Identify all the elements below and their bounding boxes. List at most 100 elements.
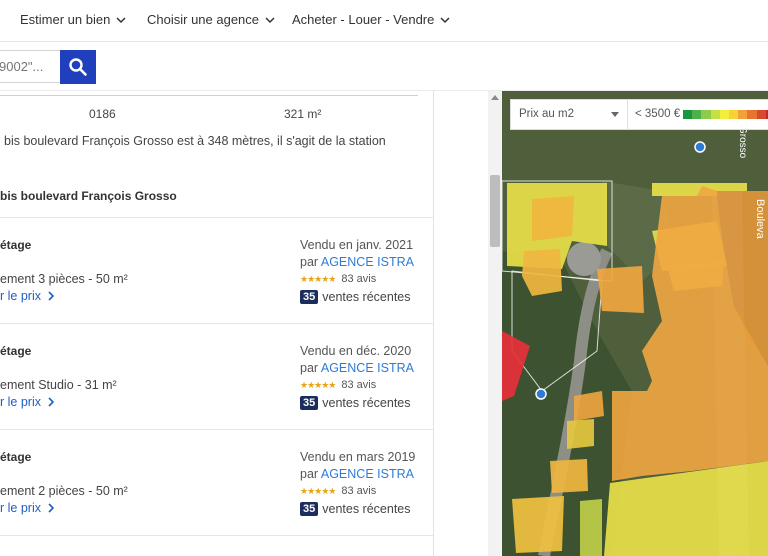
building-yellow xyxy=(567,419,594,449)
recent-sales-label: ventes récentes xyxy=(322,290,411,304)
recent-sales-label: ventes récentes xyxy=(322,396,411,410)
sold-date: Vendu en déc. 2020 xyxy=(300,344,412,358)
agency-rating: ★★★★★ 83 avis xyxy=(300,273,376,285)
listing-item[interactable]: étage ement 2 pièces - 50 m² r le prix V… xyxy=(0,430,433,536)
view-price-label: r le prix xyxy=(0,395,41,409)
recent-sales-badge: 35 xyxy=(300,396,319,410)
search-icon xyxy=(69,58,87,76)
chevron-down-icon xyxy=(440,16,450,23)
view-price-link[interactable]: r le prix xyxy=(0,289,55,303)
search-bar xyxy=(0,42,768,91)
listing-floor: étage xyxy=(0,344,32,358)
color-scale-segment xyxy=(710,110,720,119)
info-ref: 0186 xyxy=(89,107,116,121)
sold-date: Vendu en mars 2019 xyxy=(300,450,416,464)
building-yellow xyxy=(512,496,564,553)
scrollbar-thumb[interactable] xyxy=(490,175,500,247)
color-scale-segment xyxy=(756,110,766,119)
agency-link[interactable]: AGENCE ISTRA xyxy=(321,361,414,375)
listing-item[interactable]: étage ement 3 pièces - 50 m² r le prix V… xyxy=(0,218,433,324)
recent-sales-badge: 35 xyxy=(300,502,319,516)
listing-floor: étage xyxy=(0,238,32,252)
map-controls: Prix au m2 < 3500 € xyxy=(510,99,768,130)
recent-sales-badge: 35 xyxy=(300,290,319,304)
view-price-label: r le prix xyxy=(0,289,41,303)
agency-line: par AGENCE ISTRA xyxy=(300,255,414,269)
nav-label: Estimer un bien xyxy=(20,12,111,27)
chevron-right-icon xyxy=(48,503,55,513)
color-scale-segment xyxy=(701,110,711,119)
results-panel: 0186 321 m² bis boulevard François Gross… xyxy=(0,91,434,556)
color-scale-segment xyxy=(729,110,739,119)
color-scale-segment xyxy=(747,110,757,119)
recent-sales: 35 ventes récentes xyxy=(300,502,411,516)
roundabout xyxy=(567,242,601,276)
listing-item[interactable]: étage ement Studio - 31 m² r le prix Ven… xyxy=(0,324,433,430)
review-count: 83 avis xyxy=(341,379,377,391)
color-scale-segment xyxy=(738,110,748,119)
agency-link[interactable]: AGENCE ISTRA xyxy=(321,255,414,269)
agency-rating: ★★★★★ 83 avis xyxy=(300,485,376,497)
caret-down-icon[interactable] xyxy=(611,112,619,118)
search-button[interactable] xyxy=(60,50,96,84)
map-pin-icon[interactable] xyxy=(694,141,706,153)
review-count: 83 avis xyxy=(341,273,377,285)
color-scale-legend xyxy=(683,110,768,119)
recent-sales: 35 ventes récentes xyxy=(300,396,411,410)
top-navigation: Estimer un bien Choisir une agence Achet… xyxy=(0,0,768,42)
nav-choisir-une-agence[interactable]: Choisir une agence xyxy=(147,12,276,27)
search-input[interactable] xyxy=(0,50,60,83)
nav-label: Choisir une agence xyxy=(147,12,260,27)
section-title: bis boulevard François Grosso xyxy=(0,189,177,203)
scrollbar-track[interactable] xyxy=(488,91,502,556)
chevron-down-icon xyxy=(265,16,275,23)
divider xyxy=(627,100,628,130)
nav-label: Acheter - Louer - Vendre xyxy=(292,12,435,27)
review-count: 83 avis xyxy=(341,485,377,497)
listing-description: ement 2 pièces - 50 m² xyxy=(0,484,128,498)
street-label: Bouleva xyxy=(754,199,766,240)
building-orange xyxy=(574,391,604,421)
price-map[interactable]: Bouleva Grosso xyxy=(502,91,768,556)
divider xyxy=(0,95,418,96)
listing-description: ement 3 pièces - 50 m² xyxy=(0,272,128,286)
legend-label: < 3500 € xyxy=(635,108,681,120)
star-rating-icon: ★★★★★ xyxy=(300,273,336,284)
building-orange xyxy=(550,459,588,493)
agency-prefix: par xyxy=(300,255,319,269)
map-pin-icon[interactable] xyxy=(535,388,547,400)
building-yellow xyxy=(580,499,602,556)
metric-select[interactable]: Prix au m2 xyxy=(519,108,574,120)
listing-floor: étage xyxy=(0,450,32,464)
listing-description: ement Studio - 31 m² xyxy=(0,378,117,392)
agency-link[interactable]: AGENCE ISTRA xyxy=(321,467,414,481)
color-scale-segment xyxy=(683,110,693,119)
star-rating-icon: ★★★★★ xyxy=(300,485,336,496)
agency-line: par AGENCE ISTRA xyxy=(300,361,414,375)
map-canvas: Bouleva Grosso xyxy=(502,91,768,556)
info-surface: 321 m² xyxy=(284,107,322,121)
color-scale-segment xyxy=(719,110,730,119)
agency-prefix: par xyxy=(300,361,319,375)
building-orange xyxy=(597,266,644,313)
nav-estimer-un-bien[interactable]: Estimer un bien xyxy=(20,12,127,27)
agency-line: par AGENCE ISTRA xyxy=(300,467,414,481)
chevron-right-icon xyxy=(48,397,55,407)
building-orange xyxy=(532,196,574,241)
station-description: bis boulevard François Grosso est à 348 … xyxy=(4,134,386,148)
star-rating-icon: ★★★★★ xyxy=(300,379,336,390)
sold-date: Vendu en janv. 2021 xyxy=(300,238,414,252)
view-price-link[interactable]: r le prix xyxy=(0,501,55,515)
agency-rating: ★★★★★ 83 avis xyxy=(300,379,376,391)
agency-prefix: par xyxy=(300,467,319,481)
recent-sales: 35 ventes récentes xyxy=(300,290,411,304)
view-price-label: r le prix xyxy=(0,501,41,515)
nav-acheter-louer-vendre[interactable]: Acheter - Louer - Vendre xyxy=(292,12,451,27)
view-price-link[interactable]: r le prix xyxy=(0,395,55,409)
color-scale-segment xyxy=(692,110,702,119)
chevron-right-icon xyxy=(48,291,55,301)
scroll-up-arrow-icon[interactable] xyxy=(490,93,500,101)
chevron-down-icon xyxy=(116,16,126,23)
recent-sales-label: ventes récentes xyxy=(322,502,411,516)
street-label: Grosso xyxy=(737,126,748,159)
